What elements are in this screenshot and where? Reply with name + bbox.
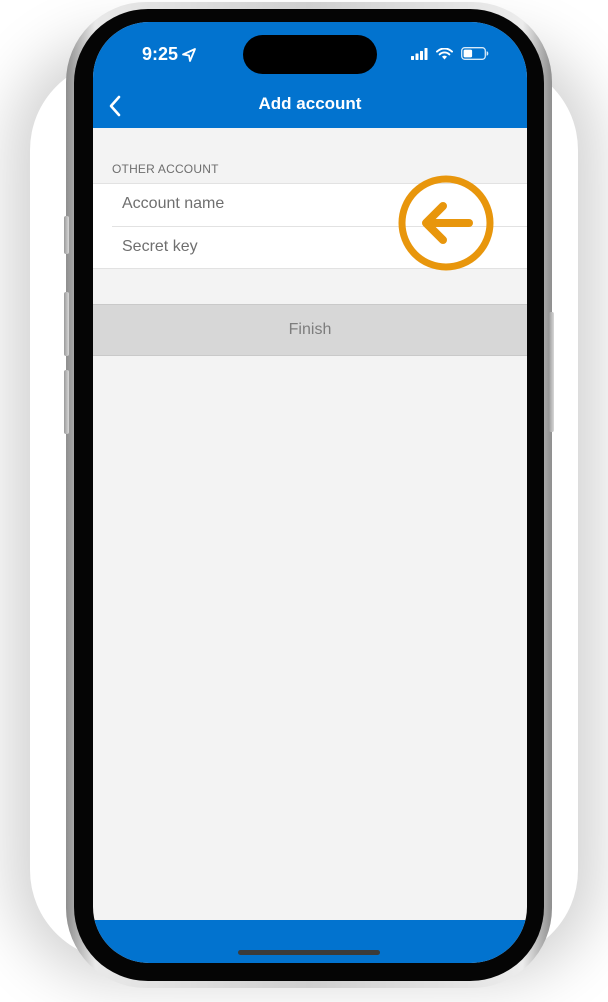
volume-down-button (64, 370, 69, 434)
home-indicator[interactable] (238, 950, 380, 955)
mute-switch (64, 216, 69, 254)
arrow-left-circle-icon (398, 175, 494, 271)
battery-icon (461, 47, 489, 60)
status-icons (411, 47, 489, 60)
status-time-text: 9:25 (142, 44, 179, 64)
app-screen: 9:25 Add account OTHER ACCOUNT Account n… (93, 22, 527, 963)
device-mockup: 9:25 Add account OTHER ACCOUNT Account n… (0, 0, 608, 1002)
bottom-bar (93, 920, 527, 963)
account-name-input[interactable] (112, 184, 402, 224)
volume-up-button (64, 292, 69, 356)
page-title: Add account (258, 94, 362, 113)
navigation-bar: 9:25 Add account (93, 22, 527, 128)
section-header-other-account: OTHER ACCOUNT (112, 162, 219, 176)
cellular-signal-icon (411, 47, 428, 60)
finish-button[interactable]: Finish (93, 304, 527, 356)
dynamic-island (243, 35, 377, 74)
status-time: 9:25 (142, 44, 197, 65)
wifi-icon (436, 47, 453, 59)
power-button (549, 312, 554, 432)
secret-key-input[interactable] (112, 227, 402, 267)
location-arrow-icon (182, 47, 196, 62)
